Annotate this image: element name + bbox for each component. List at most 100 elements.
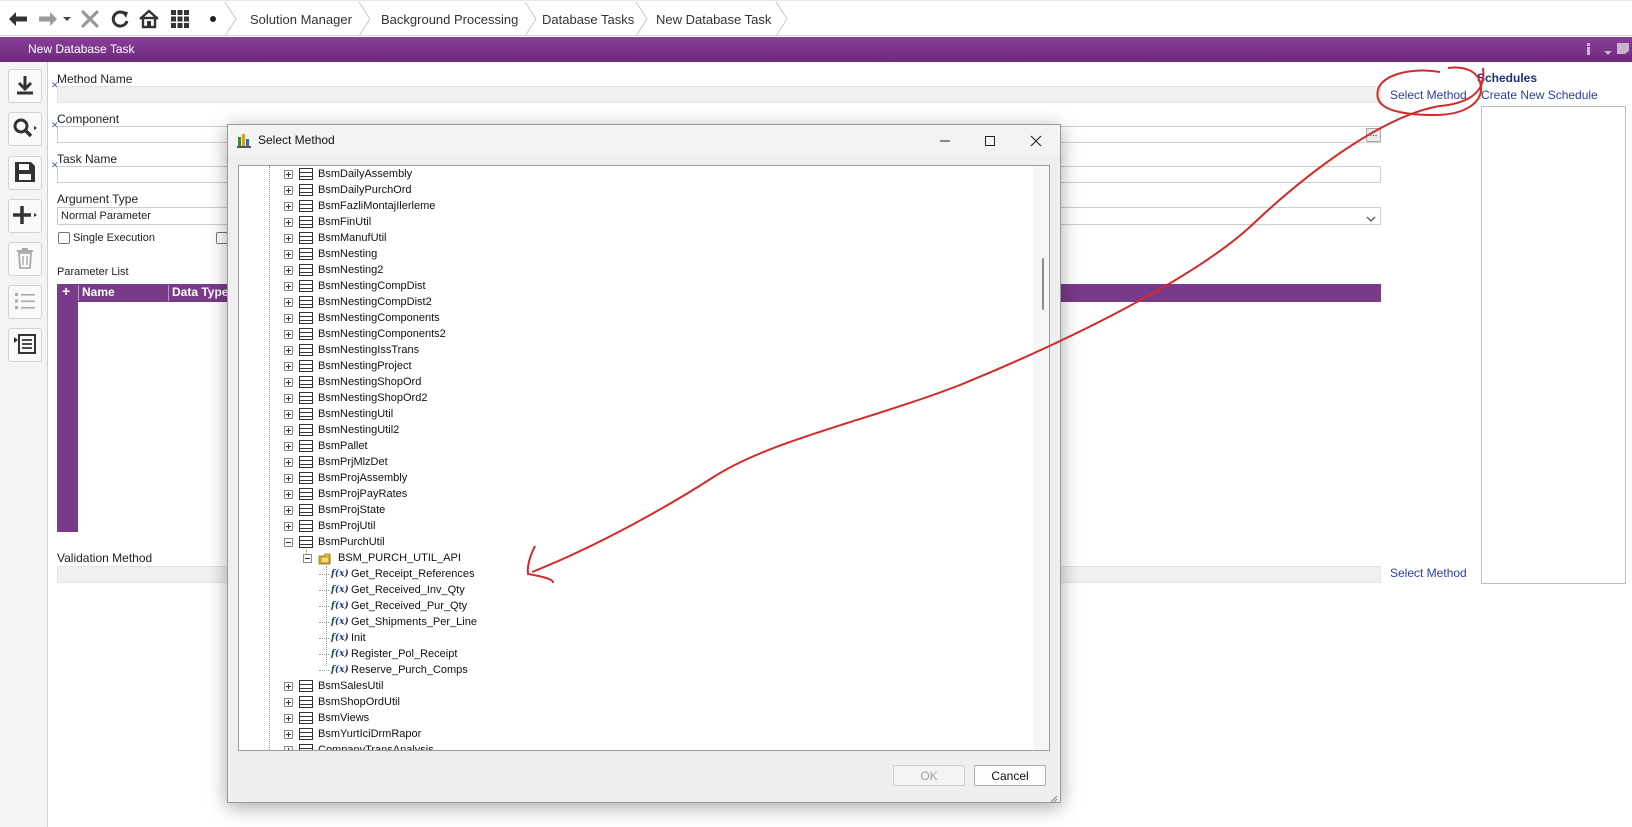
tree-item[interactable]: BsmProjState xyxy=(284,502,385,518)
forward-arrow-icon[interactable] xyxy=(36,7,60,31)
delete-button[interactable] xyxy=(8,242,42,276)
tree-package-item[interactable]: BSM_PURCH_UTIL_API xyxy=(303,550,461,566)
tree-item[interactable]: BsmFazliMontajIlerleme xyxy=(284,198,435,214)
resize-grip-icon[interactable] xyxy=(1050,792,1058,803)
expand-icon[interactable] xyxy=(284,169,293,179)
tree-function-item[interactable]: f(x) Reserve_Purch_Comps xyxy=(319,662,468,678)
tree-item[interactable]: BsmProjUtil xyxy=(284,518,375,534)
chevron-down-icon[interactable] xyxy=(1604,45,1612,55)
method-name-field[interactable] xyxy=(57,86,1381,103)
details-button[interactable] xyxy=(8,328,42,362)
select-method-link[interactable]: Select Method xyxy=(1390,88,1467,102)
create-new-schedule-link[interactable]: Create New Schedule xyxy=(1481,88,1598,102)
column-name[interactable]: Name xyxy=(82,285,115,299)
tree-item[interactable]: BsmNestingComponents2 xyxy=(284,326,446,342)
expand-icon[interactable] xyxy=(284,489,293,499)
maximize-icon[interactable] xyxy=(968,129,1012,153)
expand-icon[interactable] xyxy=(284,441,293,451)
tree-item[interactable]: CompanyTransAnalysis xyxy=(284,742,434,750)
single-execution-checkbox[interactable] xyxy=(58,232,70,244)
expand-icon[interactable] xyxy=(284,681,293,691)
tree-item[interactable]: BsmViews xyxy=(284,710,369,726)
tree-item[interactable]: BsmNestingShopOrd xyxy=(284,374,421,390)
expand-icon[interactable] xyxy=(284,265,293,275)
close-icon[interactable] xyxy=(1014,129,1058,153)
download-button[interactable] xyxy=(8,69,42,103)
expand-icon[interactable] xyxy=(284,313,293,323)
tree-item[interactable]: BsmNestingProject xyxy=(284,358,412,374)
tree-function-item[interactable]: f(x) Get_Receipt_References xyxy=(319,566,475,582)
expand-icon[interactable] xyxy=(284,409,293,419)
column-data-type[interactable]: Data Type xyxy=(172,285,228,299)
tree-item[interactable]: BsmNestingIssTrans xyxy=(284,342,419,358)
expand-icon[interactable] xyxy=(284,745,293,750)
tree-function-item[interactable]: f(x) Get_Received_Inv_Qty xyxy=(319,582,465,598)
tree-item[interactable]: BsmShopOrdUtil xyxy=(284,694,400,710)
expand-icon[interactable] xyxy=(284,361,293,371)
expand-icon[interactable] xyxy=(284,185,293,195)
expand-icon[interactable] xyxy=(284,281,293,291)
tree-item[interactable]: BsmNestingShopOrd2 xyxy=(284,390,427,406)
tree-item[interactable]: BsmPurchUtil xyxy=(284,534,385,550)
expand-icon[interactable] xyxy=(284,393,293,403)
back-arrow-icon[interactable] xyxy=(6,7,30,31)
expand-icon[interactable] xyxy=(284,233,293,243)
tree-item[interactable]: BsmNesting2 xyxy=(284,262,383,278)
tree-item[interactable]: BsmProjPayRates xyxy=(284,486,407,502)
expand-icon[interactable] xyxy=(284,697,293,707)
tree-item[interactable]: BsmDailyPurchOrd xyxy=(284,182,412,198)
dot-icon[interactable] xyxy=(203,7,223,31)
add-parameter-button[interactable]: + xyxy=(62,283,70,299)
expand-icon[interactable] xyxy=(284,249,293,259)
cancel-button[interactable]: Cancel xyxy=(974,765,1046,786)
expand-icon[interactable] xyxy=(284,505,293,515)
home-icon[interactable] xyxy=(137,7,161,31)
tree-item[interactable]: BsmFinUtil xyxy=(284,214,371,230)
method-tree[interactable]: BsmDailyAssembly BsmDailyPurchOrd BsmFazli… xyxy=(238,165,1050,751)
component-browse-button[interactable]: ... xyxy=(1366,128,1381,142)
collapse-icon[interactable] xyxy=(284,537,293,547)
breadcrumb-database-tasks[interactable]: Database Tasks xyxy=(528,2,634,36)
expand-icon[interactable] xyxy=(284,217,293,227)
tree-item[interactable]: BsmNestingCompDist xyxy=(284,278,426,294)
minimize-icon[interactable] xyxy=(923,129,967,153)
ok-button[interactable]: OK xyxy=(893,765,965,786)
expand-icon[interactable] xyxy=(284,521,293,531)
tree-item[interactable]: BsmProjAssembly xyxy=(284,470,407,486)
grid-icon[interactable] xyxy=(168,7,192,31)
breadcrumb-solution-manager[interactable]: Solution Manager xyxy=(236,2,352,36)
tree-item[interactable]: BsmPrjMlzDet xyxy=(284,454,388,470)
tree-function-item[interactable]: f(x) Init xyxy=(319,630,366,646)
tree-item[interactable]: BsmNesting xyxy=(284,246,377,262)
select-validation-method-link[interactable]: Select Method xyxy=(1390,566,1467,580)
tree-item[interactable]: BsmNestingUtil2 xyxy=(284,422,399,438)
breadcrumb-new-database-task[interactable]: New Database Task xyxy=(642,2,771,36)
expand-icon[interactable] xyxy=(284,729,293,739)
tree-function-item[interactable]: f(x) Get_Shipments_Per_Line xyxy=(319,614,477,630)
tree-item[interactable]: BsmNestingComponents xyxy=(284,310,440,326)
expand-icon[interactable] xyxy=(284,457,293,467)
add-button[interactable] xyxy=(8,199,42,233)
collapse-icon[interactable] xyxy=(303,553,312,563)
tree-item[interactable]: BsmNestingCompDist2 xyxy=(284,294,432,310)
comment-icon[interactable] xyxy=(1616,42,1630,55)
search-button[interactable] xyxy=(8,112,42,146)
tree-item[interactable]: BsmDailyAssembly xyxy=(284,166,412,182)
expand-icon[interactable] xyxy=(284,329,293,339)
expand-icon[interactable] xyxy=(284,345,293,355)
expand-icon[interactable] xyxy=(284,377,293,387)
expand-icon[interactable] xyxy=(284,713,293,723)
tree-item[interactable]: BsmSalesUtil xyxy=(284,678,383,694)
tree-function-item[interactable]: f(x) Register_Pol_Receipt xyxy=(319,646,457,662)
tree-item[interactable]: BsmPallet xyxy=(284,438,368,454)
tree-item[interactable]: BsmManufUtil xyxy=(284,230,386,246)
expand-icon[interactable] xyxy=(284,425,293,435)
expand-icon[interactable] xyxy=(284,201,293,211)
info-icon[interactable] xyxy=(1584,43,1594,55)
tree-scrollbar[interactable] xyxy=(1033,166,1049,750)
breadcrumb-background-processing[interactable]: Background Processing xyxy=(367,2,518,36)
list-button[interactable] xyxy=(8,285,42,319)
tree-item[interactable]: BsmNestingUtil xyxy=(284,406,393,422)
tree-item[interactable]: BsmYurtIciDrmRapor xyxy=(284,726,421,742)
refresh-icon[interactable] xyxy=(108,7,132,31)
